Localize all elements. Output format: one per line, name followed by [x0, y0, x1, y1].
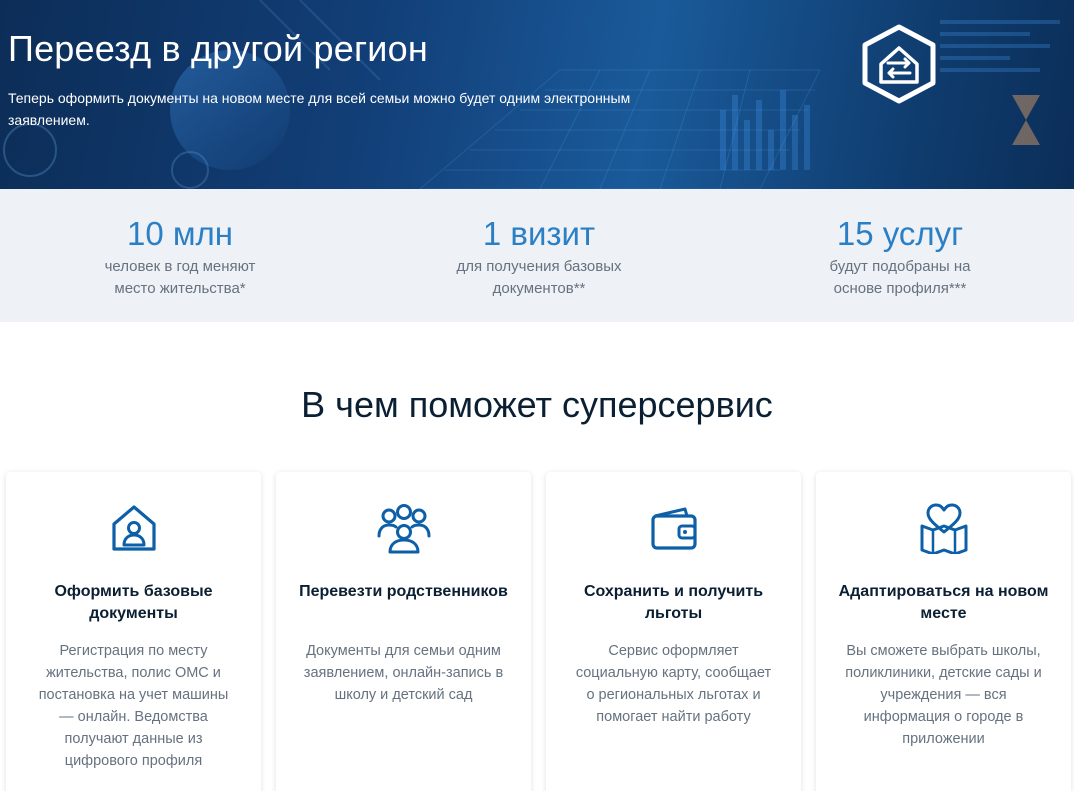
- card-title: Перевезти родственников: [299, 583, 508, 600]
- feature-card: Оформить базовые документы Регистрация п…: [6, 472, 261, 791]
- card-title: Сохранить и получить льготы: [583, 583, 764, 622]
- page-subtitle: Теперь оформить документы на новом месте…: [8, 90, 631, 128]
- page-title: Переезд в другой регион: [8, 28, 428, 69]
- card-text: Сервис оформляет социальную карту, сообщ…: [575, 643, 772, 725]
- stat-description: будут подобраны на основе профиля***: [829, 258, 971, 297]
- heart-map-icon: [920, 503, 968, 554]
- stat-value: 10 млн: [126, 215, 234, 252]
- stat-description: человек в год меняют место жительства*: [104, 258, 256, 297]
- feature-card: Перевезти родственников Документы для се…: [276, 472, 531, 791]
- stat-item: 15 услуг будут подобраны на основе профи…: [750, 214, 1050, 300]
- wallet-icon: [651, 507, 697, 550]
- stat-item: 1 визит для получения базовых документов…: [389, 214, 689, 300]
- card-title: Оформить базовые документы: [54, 583, 213, 622]
- family-group-icon: [377, 504, 431, 554]
- house-exchange-icon: [862, 24, 936, 104]
- feature-card: Сохранить и получить льготы Сервис оформ…: [546, 472, 801, 791]
- stat-description: для получения базовых документов**: [456, 258, 622, 297]
- house-user-icon: [112, 505, 156, 551]
- stat-value: 15 услуг: [836, 215, 964, 252]
- card-text: Вы сможете выбрать школы, поликлиники, д…: [845, 643, 1042, 747]
- section-title: В чем поможет суперсервис: [301, 384, 773, 425]
- card-title: Адаптироваться на новом месте: [838, 583, 1049, 622]
- card-text: Документы для семьи одним заявлением, он…: [303, 643, 504, 703]
- stats-strip: 10 млн человек в год меняют место житель…: [0, 189, 1074, 322]
- stat-value: 1 визит: [482, 215, 596, 252]
- stat-item: 10 млн человек в год меняют место житель…: [30, 214, 330, 300]
- hero-banner: Переезд в другой регион Теперь оформить …: [0, 0, 1074, 189]
- feature-card: Адаптироваться на новом месте Вы сможете…: [816, 472, 1071, 791]
- card-text: Регистрация по месту жительства, полис О…: [38, 643, 229, 769]
